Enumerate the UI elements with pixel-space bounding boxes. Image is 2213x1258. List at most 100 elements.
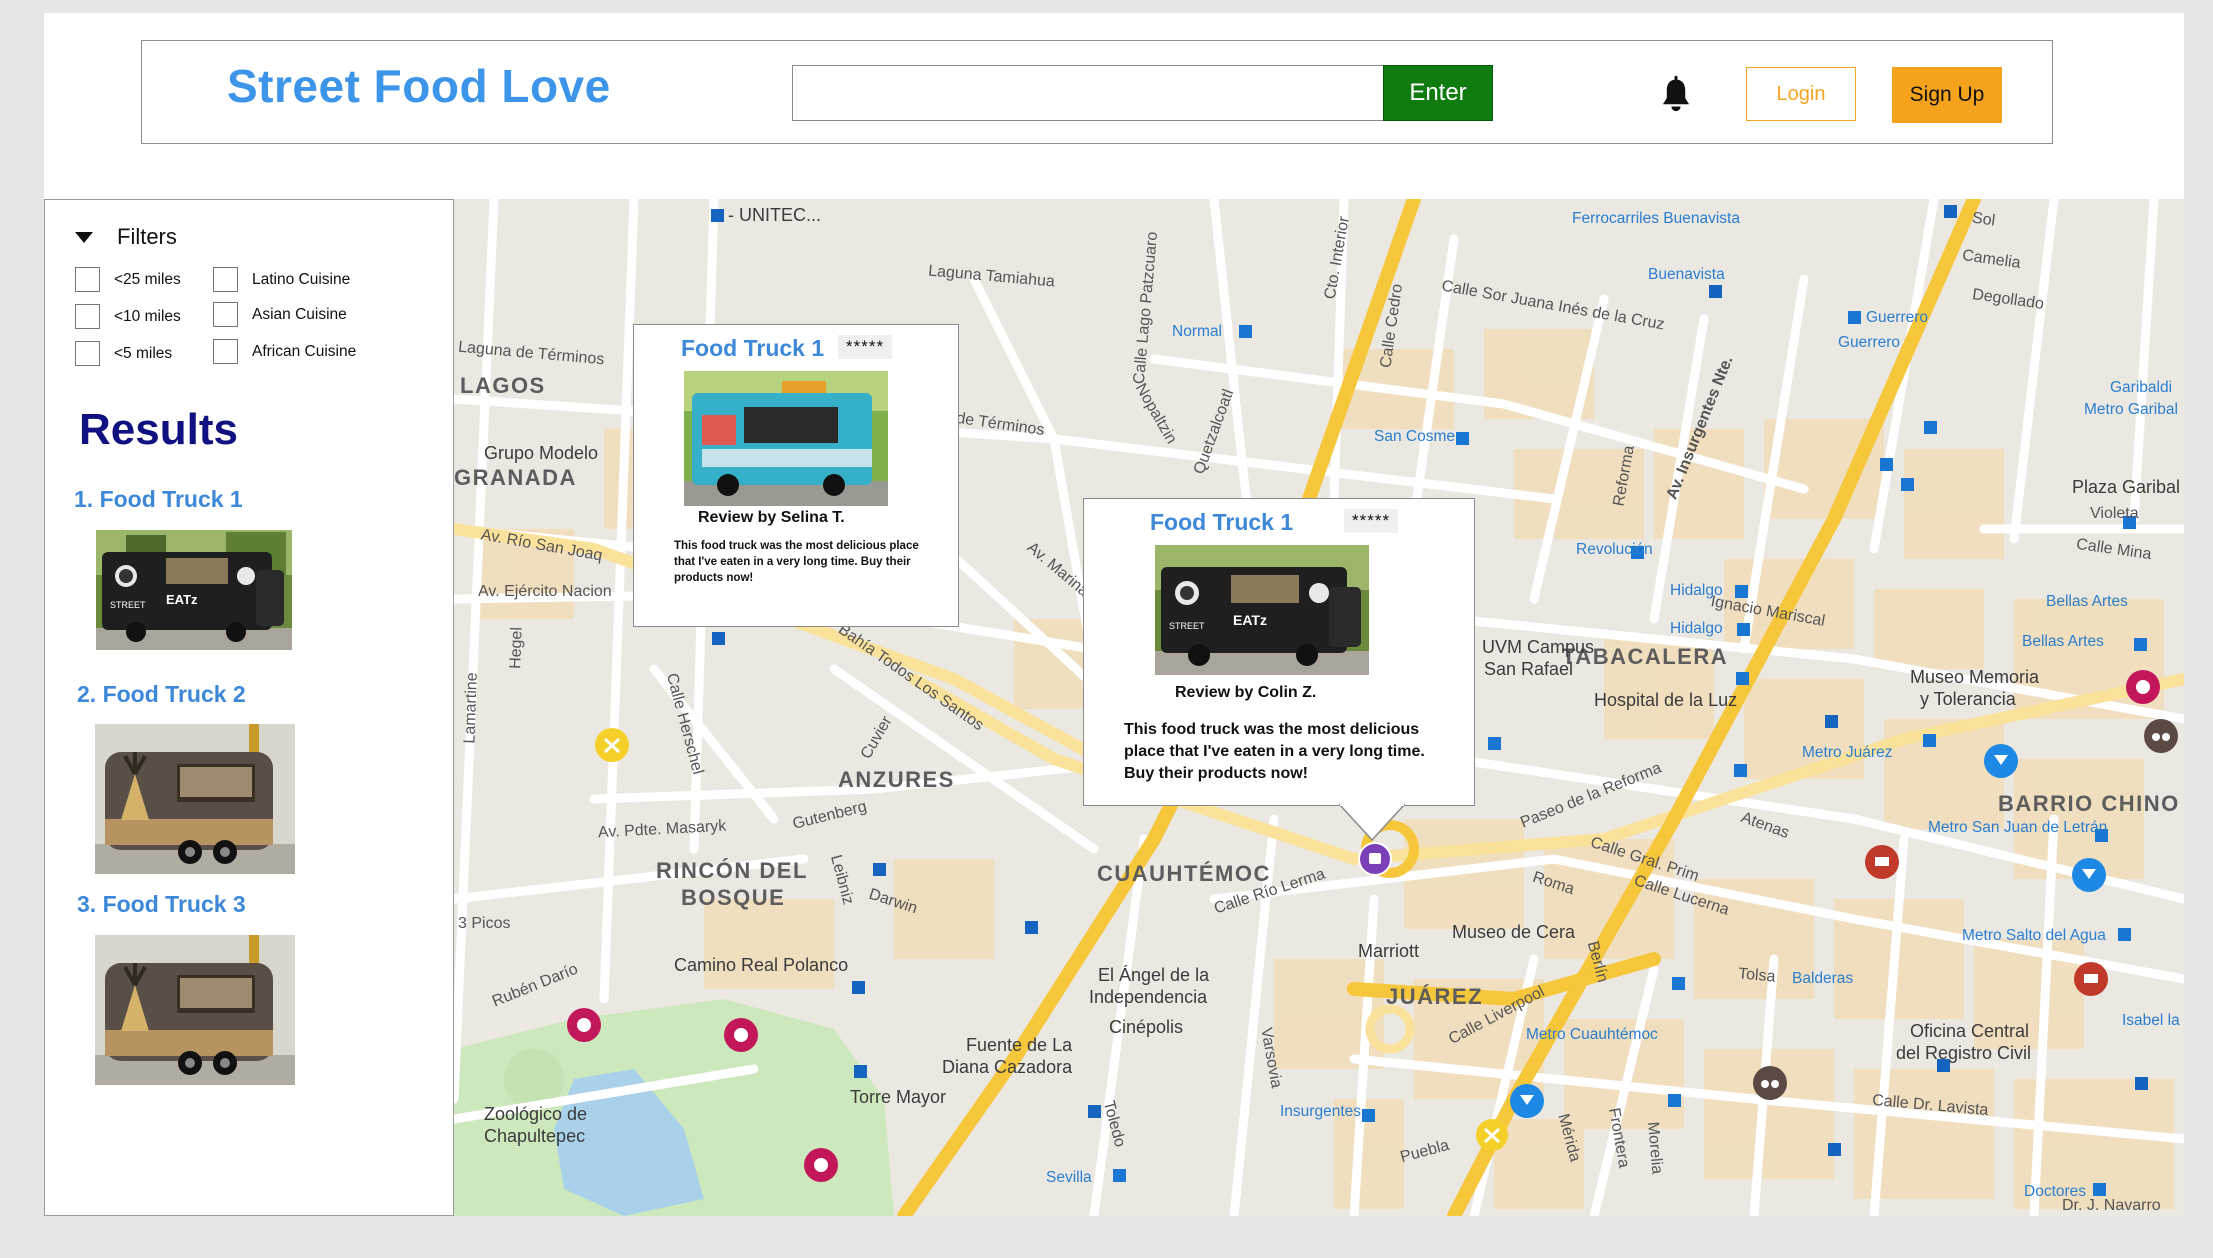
notification-bell-icon[interactable]: [1657, 75, 1695, 115]
map-place-label: UVM Campus: [1482, 637, 1595, 657]
map-place-label: Independencia: [1089, 987, 1208, 1007]
street-label: Violeta: [2090, 505, 2139, 522]
map-place-label: - UNITEC...: [728, 205, 821, 225]
map-place-label: Chapultepec: [484, 1126, 586, 1146]
filter-label: <5 miles: [114, 344, 173, 362]
popup-reviewer: Review by Colin Z.: [1175, 684, 1317, 701]
popup-review-text: This food truck was the most delicious p…: [674, 540, 919, 584]
popup-pointer: [1339, 804, 1405, 842]
popup-food-truck-photo: [684, 371, 888, 506]
map-place-label: Hospital de la Luz: [1594, 690, 1738, 710]
popup-review-text: This food truck was the most delicious p…: [1124, 721, 1425, 782]
map-place-label: y Tolerancia: [1920, 689, 2016, 709]
street-label: Tolsa: [1737, 965, 1777, 986]
popup-rating: *****: [1344, 509, 1399, 533]
result-link-2[interactable]: 2. Food Truck 2: [77, 681, 246, 708]
search-input[interactable]: [792, 65, 1386, 121]
metro-label: Isabel la: [2122, 1012, 2180, 1029]
metro-label: Normal: [1172, 323, 1222, 340]
result-thumbnail-1[interactable]: STREET EATz: [96, 530, 292, 650]
result-link-3[interactable]: 3. Food Truck 3: [77, 891, 246, 918]
svg-text:EATz: EATz: [166, 592, 198, 607]
map-view[interactable]: LAGOS GRANADA ANZURES RINCÓN DEL BOSQUE …: [454, 199, 2184, 1216]
map-place-label: Cinépolis: [1109, 1017, 1184, 1037]
metro-label: Bellas Artes: [2022, 633, 2104, 650]
popup-title[interactable]: Food Truck 1: [1150, 509, 1293, 536]
street-label: 3 Picos: [458, 915, 511, 932]
street-label: Lamartine: [461, 672, 481, 744]
filter-label: Asian Cuisine: [252, 305, 347, 323]
filter-distance-25[interactable]: <25 miles: [75, 267, 181, 292]
map-area-label: JUÁREZ: [1386, 984, 1484, 1009]
popup-rating: *****: [838, 335, 893, 359]
map-place-label: El Ángel de la: [1098, 965, 1210, 985]
filters-sidebar: Filters <25 miles <10 miles <5 miles Lat…: [44, 199, 454, 1216]
map-area-label: GRANADA: [454, 465, 577, 490]
filter-asian-cuisine[interactable]: Asian Cuisine: [213, 302, 347, 327]
map-place-label: Grupo Modelo: [484, 443, 599, 463]
map-place-label: San Rafael: [1484, 659, 1574, 679]
map-place-label: del Registro Civil: [1896, 1043, 2032, 1063]
results-heading: Results: [79, 405, 238, 454]
map-area-label: LAGOS: [460, 373, 546, 398]
svg-text:STREET: STREET: [110, 600, 146, 610]
metro-label: Revolución: [1576, 541, 1653, 558]
collapse-triangle-icon[interactable]: [75, 231, 93, 243]
street-label: Av. Ejército Nacion: [478, 583, 612, 600]
site-logo-title[interactable]: Street Food Love: [227, 59, 611, 113]
popup-reviewer: Review by Selina T.: [698, 509, 845, 526]
street-label: Hegel: [507, 626, 526, 670]
filter-african-cuisine[interactable]: African Cuisine: [213, 339, 356, 364]
checkbox[interactable]: [75, 341, 100, 366]
filter-distance-10[interactable]: <10 miles: [75, 304, 181, 329]
metro-label: Guerrero: [1838, 334, 1901, 351]
map-place-label: Camino Real Polanco: [674, 955, 849, 975]
metro-label: Sevilla: [1046, 1169, 1092, 1186]
popup-food-truck-photo: STREET EATz: [1155, 545, 1369, 675]
result-link-1[interactable]: 1. Food Truck 1: [74, 486, 243, 513]
street-label: Dr. J. Navarro: [2062, 1197, 2161, 1214]
filter-label: <25 miles: [114, 270, 181, 288]
map-place-label: Museo Memoria: [1910, 667, 2040, 687]
metro-label: Balderas: [1792, 970, 1854, 987]
checkbox[interactable]: [213, 339, 238, 364]
map-place-label: Torre Mayor: [850, 1087, 947, 1107]
checkbox[interactable]: [213, 302, 238, 327]
map-area-label: CUAUHTÉMOC: [1097, 861, 1271, 886]
filter-label: Latino Cuisine: [252, 270, 351, 288]
metro-label: Hidalgo: [1670, 620, 1723, 637]
map-area-label: ANZURES: [838, 767, 955, 792]
checkbox[interactable]: [213, 267, 238, 292]
review-popup-1[interactable]: Food Truck 1 ***** Review by Selina T. T…: [633, 324, 959, 627]
filter-distance-5[interactable]: <5 miles: [75, 341, 172, 366]
map-area-label: BARRIO CHINO: [1998, 791, 2180, 816]
result-thumbnail-2[interactable]: [95, 724, 295, 874]
filters-toggle[interactable]: Filters: [75, 222, 177, 252]
map-place-label: Marriott: [1358, 941, 1420, 961]
popup-title[interactable]: Food Truck 1: [681, 335, 824, 362]
metro-label: Metro Garibal: [2084, 401, 2178, 418]
map-place-label: Zoológico de: [484, 1104, 588, 1124]
svg-text:EATz: EATz: [1233, 612, 1267, 628]
checkbox[interactable]: [75, 267, 100, 292]
map-place-label: Fuente de La: [966, 1035, 1073, 1055]
enter-button[interactable]: Enter: [1383, 65, 1493, 121]
metro-label: Bellas Artes: [2046, 593, 2128, 610]
map-area-label: RINCÓN DEL: [656, 858, 808, 883]
map-area-label: BOSQUE: [681, 885, 786, 910]
checkbox[interactable]: [75, 304, 100, 329]
top-header: Street Food Love Enter Login Sign Up: [141, 40, 2053, 144]
search-bar: Enter: [792, 65, 1493, 121]
filter-label: African Cuisine: [252, 342, 357, 360]
metro-label: Insurgentes: [1280, 1103, 1361, 1120]
metro-label: San Cosme: [1374, 428, 1455, 445]
review-popup-2[interactable]: Food Truck 1 ***** STREET EATz Review by…: [1083, 498, 1475, 806]
map-place-label: Museo de Cera: [1452, 922, 1576, 942]
filter-latino-cuisine[interactable]: Latino Cuisine: [213, 267, 350, 292]
metro-label: Metro Juárez: [1802, 744, 1893, 761]
metro-label: Garibaldi: [2110, 379, 2173, 396]
filter-label: <10 miles: [114, 307, 181, 325]
result-thumbnail-3[interactable]: [95, 935, 295, 1085]
signup-button[interactable]: Sign Up: [1892, 67, 2002, 123]
login-button[interactable]: Login: [1746, 67, 1856, 121]
